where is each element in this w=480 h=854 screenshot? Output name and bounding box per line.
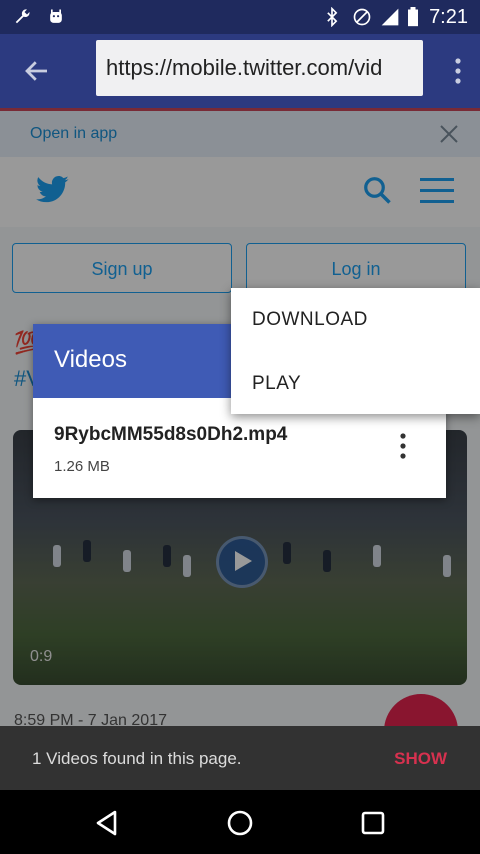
wrench-icon: [15, 9, 30, 24]
no-sim-icon: [353, 8, 371, 26]
status-time: 7:21: [429, 6, 468, 28]
video-file-name[interactable]: 9RybcMM55d8s0Dh2.mp4: [54, 424, 287, 446]
nav-home-icon[interactable]: [226, 809, 254, 837]
menu-item-download[interactable]: DOWNLOAD: [252, 309, 368, 331]
status-bar: 7:21: [0, 0, 480, 34]
snackbar: 1 Videos found in this page. SHOW: [0, 726, 480, 790]
back-arrow-icon[interactable]: [22, 56, 52, 86]
file-options-menu: DOWNLOAD PLAY: [231, 288, 480, 414]
overflow-menu-icon[interactable]: [452, 56, 464, 86]
bluetooth-icon: [327, 7, 338, 27]
file-options-icon[interactable]: [398, 432, 408, 460]
dialog-title: Videos: [54, 346, 127, 373]
nav-recents-icon[interactable]: [360, 810, 386, 836]
menu-item-play[interactable]: PLAY: [252, 373, 301, 395]
battery-icon: [408, 7, 418, 27]
nav-back-icon[interactable]: [93, 809, 121, 837]
android-icon: [50, 9, 62, 23]
snackbar-message: 1 Videos found in this page.: [32, 749, 242, 768]
url-input[interactable]: https://mobile.twitter.com/vid: [96, 40, 423, 96]
snackbar-show-button[interactable]: SHOW: [394, 749, 447, 769]
navigation-bar: [0, 790, 480, 854]
signal-icon: [381, 8, 399, 26]
video-file-size: 1.26 MB: [54, 458, 110, 475]
